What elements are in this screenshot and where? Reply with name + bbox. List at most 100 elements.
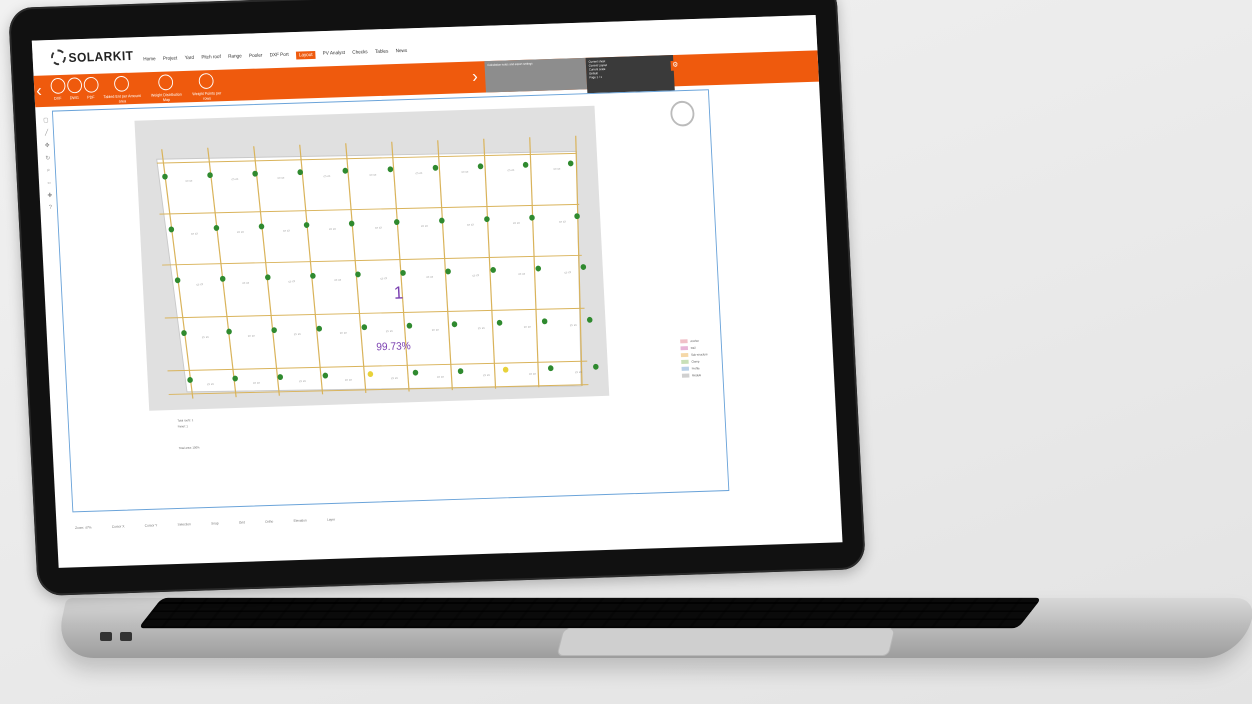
rotate-tool-icon[interactable]: ↻ — [43, 155, 53, 162]
nav-item[interactable]: Pitch roof — [201, 54, 221, 62]
status-item: Zoom: 47% — [74, 525, 92, 530]
module-label: ▭ ▭ — [524, 325, 531, 329]
legend-item: Rail — [680, 345, 707, 351]
drawing-canvas[interactable]: ▭ ▭ ▭ ▭ ▭ ▭ ▭ ▭ ▭ ▭ ▭ ▭ ▭ ▭ ▭ ▭ ▭ ▭ ▭ ▭ ▭ ▭ ▭ ▭ ▭ ▭ ▭… — [51, 89, 730, 513]
module-label: ▭ ▭ — [559, 219, 566, 223]
module-label: ▭ ▭ — [553, 167, 560, 171]
usb-port — [100, 632, 112, 641]
measure-tool-icon[interactable]: ⇔ — [44, 180, 54, 186]
module-label: ▭ ▭ — [513, 221, 520, 225]
module-label: ▭ ▭ — [202, 335, 209, 339]
roof-percent: 99.73% — [376, 341, 411, 353]
weight-icon — [157, 74, 174, 91]
module-label: ▭ ▭ — [191, 231, 198, 235]
nav-item[interactable]: PV Analyst — [323, 50, 346, 59]
weight-points-button[interactable]: Weight Points per rows — [188, 72, 224, 102]
module-label: ▭ ▭ — [386, 329, 393, 333]
module-label: ▭ ▭ — [237, 230, 244, 234]
layout-notes: Total roofs: 1 Panel: 1 Total area: 100% — [177, 418, 200, 451]
legend-label: Module — [691, 373, 702, 378]
module-label: ▭ ▭ — [415, 171, 422, 175]
legend-swatch — [681, 373, 690, 378]
module-label: ▭ ▭ — [231, 177, 238, 181]
nav-item[interactable]: Tables — [375, 49, 389, 57]
export-pdf-button[interactable]: PDF — [83, 76, 99, 100]
legend: Anchor Rail Sub-structure Clamp Profile Modul… — [680, 336, 709, 381]
move-tool-icon[interactable]: ✥ — [43, 142, 53, 149]
export-dwg-button[interactable]: DWG — [66, 77, 83, 100]
nav-item[interactable]: News — [396, 48, 408, 56]
status-item: Elevation — [293, 518, 307, 523]
roof-layout: ▭ ▭ ▭ ▭ ▭ ▭ ▭ ▭ ▭ ▭ ▭ ▭ ▭ ▭ ▭ ▭ ▭ ▭ ▭ ▭ ▭ ▭ ▭ ▭ ▭ ▭ ▭… — [156, 135, 599, 399]
settings-button[interactable]: ⚙ — [670, 60, 681, 71]
legend-swatch — [681, 366, 690, 371]
status-item: Layer — [326, 517, 336, 522]
legend-label: Profile — [691, 366, 700, 371]
status-bar: Zoom: 47% Cursor X Cursor Y Selection Snap Gr… — [75, 518, 335, 530]
zoom-tool-icon[interactable]: ⌕ — [44, 168, 54, 175]
nav-item[interactable]: DXF Port — [270, 52, 289, 60]
export-dxf-button[interactable]: DXF — [50, 77, 66, 101]
module-label: ▭ ▭ — [507, 168, 514, 172]
module-label: ▭ ▭ — [426, 275, 433, 279]
legend-item: Module — [681, 373, 709, 378]
select-tool-icon[interactable]: ▢ — [41, 117, 51, 124]
snap-tool-icon[interactable]: ✚ — [45, 192, 55, 199]
module-label: ▭ ▭ — [207, 382, 214, 386]
status-item: Grid — [238, 520, 246, 525]
brand-logo[interactable]: SOLARKIT — [50, 47, 134, 66]
status-item: Selection — [177, 522, 191, 527]
legend-swatch — [680, 352, 689, 358]
module-label: ▭ ▭ — [529, 372, 536, 376]
module-label: ▭ ▭ — [570, 323, 577, 327]
legend-label: Anchor — [690, 338, 700, 344]
legend-label: Sub-structure — [690, 352, 708, 357]
help-icon[interactable]: ? — [46, 205, 56, 211]
laptop-trackpad — [556, 628, 896, 656]
module-label: ▭ ▭ — [467, 222, 474, 226]
module-label: ▭ ▭ — [294, 332, 301, 336]
module-label: ▭ ▭ — [283, 228, 290, 232]
chevron-right-icon[interactable]: › — [472, 66, 479, 86]
module-label: ▭ ▭ — [575, 370, 582, 374]
status-item: Ortho — [265, 519, 274, 524]
module-label: ▭ ▭ — [323, 174, 330, 178]
legend-label: Rail — [690, 345, 696, 350]
module-label: ▭ ▭ — [345, 378, 352, 382]
nav-item[interactable]: Pooler — [249, 53, 263, 61]
nav-item[interactable]: Checks — [352, 49, 368, 57]
export-icon — [50, 77, 66, 94]
module-label: ▭ ▭ — [334, 278, 341, 282]
module-label: ▭ ▭ — [483, 373, 490, 377]
nav-item[interactable]: Home — [143, 56, 156, 64]
legend-label: Clamp — [691, 359, 700, 364]
laptop-screen: SOLARKIT Home Project Yard Pitch roof Range P… — [31, 15, 843, 568]
export-icon — [83, 76, 99, 93]
main-nav: Home Project Yard Pitch roof Range Pooler DXF … — [143, 48, 407, 64]
module-label: ▭ ▭ — [478, 326, 485, 330]
nav-item[interactable]: Range — [228, 53, 242, 61]
weight-distribution-button[interactable]: Weight Distribution Map — [148, 74, 184, 103]
chevron-left-icon[interactable]: ‹ — [36, 81, 43, 101]
tabled-entries-button[interactable]: Tabled Ent per Amount area — [100, 75, 144, 104]
legend-item: Profile — [681, 366, 709, 371]
legend-swatch — [681, 359, 689, 364]
module-label: ▭ ▭ — [472, 273, 479, 277]
status-item: Cursor Y — [144, 523, 158, 528]
line-tool-icon[interactable]: ╱ — [42, 129, 52, 136]
laptop-keyboard — [138, 597, 1042, 629]
module-label: ▭ ▭ — [329, 227, 336, 231]
export-icon — [66, 77, 83, 94]
status-item: Snap — [211, 521, 219, 526]
compass-icon[interactable] — [669, 100, 696, 127]
nav-item[interactable]: Yard — [184, 55, 194, 63]
legend-swatch — [680, 339, 688, 344]
module-label: ▭ ▭ — [432, 328, 439, 332]
module-label: ▭ ▭ — [288, 279, 295, 283]
nav-item[interactable]: Layout — [295, 50, 316, 60]
module-label: ▭ ▭ — [375, 225, 382, 229]
module-label: ▭ ▭ — [461, 170, 468, 174]
nav-item[interactable]: Project — [163, 55, 178, 63]
module-label: ▭ ▭ — [242, 281, 249, 285]
usb-port — [120, 632, 132, 641]
